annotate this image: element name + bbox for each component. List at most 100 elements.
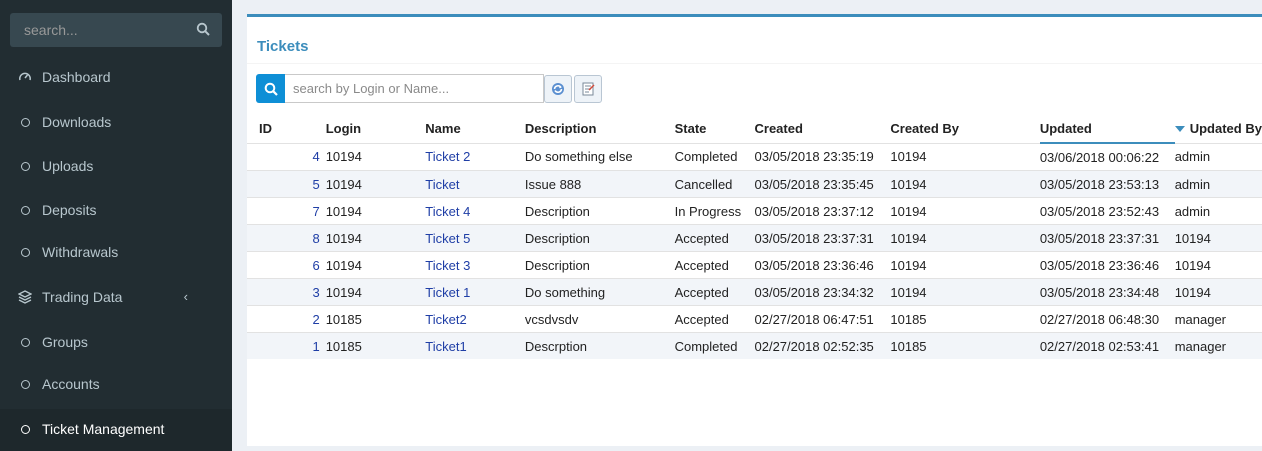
cell-state: Completed xyxy=(674,142,755,171)
column-header-description[interactable]: Description xyxy=(525,114,675,143)
table-row[interactable]: 5 10194 Ticket Issue 888 Cancelled 03/05/2018… xyxy=(247,170,1262,198)
cell-id[interactable]: 5 xyxy=(301,170,326,198)
ticket-id-link[interactable]: 8 xyxy=(312,231,319,246)
sidebar-item-deposits[interactable]: Deposits xyxy=(0,190,232,232)
sidebar-item-downloads[interactable]: Downloads xyxy=(0,102,232,144)
table-row[interactable]: 6 10194 Ticket 3 Description Accepted 03/05/2… xyxy=(247,251,1262,279)
ticket-name-link[interactable]: Ticket 2 xyxy=(425,149,470,164)
cell-created-by: 10194 xyxy=(890,278,1040,306)
circle-icon xyxy=(18,115,32,129)
circle-icon xyxy=(18,422,32,436)
cell-name[interactable]: Ticket 4 xyxy=(425,197,525,225)
cell-created: 03/05/2018 23:35:19 xyxy=(754,142,891,171)
table-row[interactable]: 4 10194 Ticket 2 Do something else Completed… xyxy=(247,142,1262,171)
ticket-id-link[interactable]: 6 xyxy=(312,258,319,273)
cell-state: In Progress xyxy=(674,197,755,225)
cell-updated: 03/05/2018 23:37:31 xyxy=(1039,224,1175,252)
cell-created-by: 10194 xyxy=(890,197,1040,225)
refresh-icon xyxy=(552,83,564,95)
cell-id[interactable]: 4 xyxy=(301,142,326,171)
column-header-login[interactable]: Login xyxy=(326,114,426,143)
search-button[interactable] xyxy=(256,74,285,103)
column-header-id[interactable]: ID xyxy=(247,114,302,143)
ticket-id-link[interactable]: 3 xyxy=(312,285,319,300)
column-header-state[interactable]: State xyxy=(675,114,755,143)
cell-id[interactable]: 1 xyxy=(301,332,326,359)
cell-updated: 02/27/2018 02:53:41 xyxy=(1039,332,1175,359)
ticket-name-link[interactable]: Ticket 5 xyxy=(425,231,470,246)
cell-name[interactable]: Ticket xyxy=(425,170,525,198)
ticket-name-link[interactable]: Ticket2 xyxy=(425,312,466,327)
search-icon[interactable] xyxy=(196,22,212,38)
cell-description: Do something xyxy=(524,278,675,306)
ticket-id-link[interactable]: 4 xyxy=(312,149,319,164)
column-header-updated[interactable]: Updated xyxy=(1039,114,1175,144)
ticket-id-link[interactable]: 1 xyxy=(312,339,319,354)
sidebar: Dashboard Downloads Uploads Deposits Wit… xyxy=(0,0,232,451)
ticket-name-link[interactable]: Ticket xyxy=(425,177,459,192)
sidebar-item-trading-data[interactable]: Trading Data ‹ xyxy=(0,277,232,319)
sidebar-search-input[interactable] xyxy=(10,13,194,47)
cell-updated-by: 10194 xyxy=(1174,251,1262,279)
cell-name[interactable]: Ticket 5 xyxy=(425,224,525,252)
tickets-table: ID Login Name Description State Created … xyxy=(247,114,1262,359)
sidebar-item-withdrawals[interactable]: Withdrawals xyxy=(0,232,232,274)
cell-created-by: 10185 xyxy=(890,305,1040,333)
circle-icon xyxy=(18,377,32,391)
ticket-id-link[interactable]: 5 xyxy=(312,177,319,192)
cell-id[interactable]: 6 xyxy=(301,251,326,279)
cell-updated-by: admin xyxy=(1174,170,1262,198)
ticket-id-link[interactable]: 2 xyxy=(312,312,319,327)
cell-state: Accepted xyxy=(674,251,755,279)
cell-id[interactable]: 7 xyxy=(301,197,326,225)
cell-updated: 03/05/2018 23:36:46 xyxy=(1039,251,1175,279)
column-header-label: Updated By xyxy=(1189,120,1262,136)
sidebar-item-uploads[interactable]: Uploads xyxy=(0,146,232,188)
sidebar-item-label: Uploads xyxy=(42,158,94,174)
sidebar-item-label: Trading Data xyxy=(42,289,123,305)
sort-descending-icon xyxy=(1174,125,1185,132)
ticket-id-link[interactable]: 7 xyxy=(312,204,319,219)
column-header-name[interactable]: Name xyxy=(425,114,525,143)
cell-created-by: 10194 xyxy=(890,170,1040,198)
tickets-box: Tickets ID Login Name Description State … xyxy=(247,14,1262,446)
cell-created: 03/05/2018 23:37:31 xyxy=(754,224,891,252)
cell-id[interactable]: 2 xyxy=(301,305,326,333)
ticket-search-input[interactable] xyxy=(285,74,544,103)
table-row[interactable]: 8 10194 Ticket 5 Description Accepted 03/05/2… xyxy=(247,224,1262,252)
sidebar-item-ticket-management[interactable]: Ticket Management xyxy=(0,409,232,451)
sidebar-item-dashboard[interactable]: Dashboard xyxy=(0,57,232,99)
table-row[interactable]: 7 10194 Ticket 4 Description In Progress 03/0… xyxy=(247,197,1262,225)
circle-icon xyxy=(18,203,32,217)
cell-created: 02/27/2018 02:52:35 xyxy=(754,332,891,359)
refresh-button[interactable] xyxy=(544,75,572,103)
column-header-created-by[interactable]: Created By xyxy=(890,114,1039,143)
layers-icon xyxy=(18,290,32,304)
ticket-name-link[interactable]: Ticket1 xyxy=(425,339,466,354)
ticket-name-link[interactable]: Ticket 3 xyxy=(425,258,470,273)
cell-name[interactable]: Ticket 2 xyxy=(425,142,525,171)
table-header-row: ID Login Name Description State Created … xyxy=(247,114,1262,144)
cell-updated: 03/05/2018 23:34:48 xyxy=(1039,278,1175,306)
table-row[interactable]: 3 10194 Ticket 1 Do something Accepted 03/05/… xyxy=(247,278,1262,306)
cell-created-by: 10194 xyxy=(890,224,1040,252)
column-header-updated-by[interactable]: Updated By xyxy=(1174,114,1262,143)
cell-name[interactable]: Ticket2 xyxy=(425,305,525,333)
cell-name[interactable]: Ticket 1 xyxy=(425,278,525,306)
table-row[interactable]: 1 10185 Ticket1 Descrption Completed 02/27/20… xyxy=(247,332,1262,359)
cell-name[interactable]: Ticket 3 xyxy=(425,251,525,279)
column-header-created[interactable]: Created xyxy=(755,114,891,143)
sidebar-item-groups[interactable]: Groups xyxy=(0,322,232,364)
cell-name[interactable]: Ticket1 xyxy=(425,332,525,359)
table-row[interactable]: 2 10185 Ticket2 vcsdvsdv Accepted 02/27/2018 … xyxy=(247,305,1262,333)
ticket-name-link[interactable]: Ticket 4 xyxy=(425,204,470,219)
cell-created-by: 10194 xyxy=(890,251,1040,279)
cell-created: 03/05/2018 23:35:45 xyxy=(754,170,891,198)
sidebar-item-accounts[interactable]: Accounts xyxy=(0,364,232,406)
sidebar-item-label: Accounts xyxy=(42,376,100,392)
cell-id[interactable]: 8 xyxy=(301,224,326,252)
export-button[interactable] xyxy=(574,75,602,103)
ticket-name-link[interactable]: Ticket 1 xyxy=(425,285,470,300)
divider xyxy=(247,63,1262,64)
cell-id[interactable]: 3 xyxy=(301,278,326,306)
